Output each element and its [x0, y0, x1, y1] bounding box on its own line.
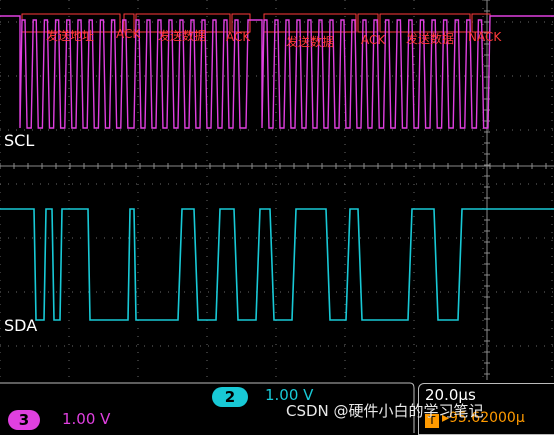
- annotation-send-data-2: 发送数据: [286, 35, 335, 49]
- channel-3-button[interactable]: 3: [8, 410, 40, 430]
- annotation-send-data-1: 发送数据: [158, 29, 207, 43]
- oscilloscope-screen: SCL SDA 发送地址 ACK 发送数据 ACK 发送数据 ACK 发送数据 …: [0, 0, 554, 435]
- annotation-box: [357, 13, 379, 33]
- waveform-display: [0, 0, 554, 380]
- annotation-ack-1: ACK: [116, 27, 141, 41]
- sda-channel-label: SDA: [4, 316, 38, 335]
- annotation-nack: NACK: [468, 30, 502, 44]
- annotation-send-data-3: 发送数据: [406, 32, 455, 46]
- channel-3-scale: 1.00 V: [62, 410, 111, 428]
- scl-channel-label: SCL: [4, 131, 35, 150]
- annotation-ack-3: ACK: [361, 33, 386, 47]
- annotation-send-address: 发送地址: [46, 29, 95, 43]
- annotation-ack-2: ACK: [226, 30, 251, 44]
- channel-2-button[interactable]: 2: [212, 387, 248, 407]
- sda-waveform: [0, 208, 554, 321]
- watermark: CSDN @硬件小白的学习笔记: [286, 402, 484, 420]
